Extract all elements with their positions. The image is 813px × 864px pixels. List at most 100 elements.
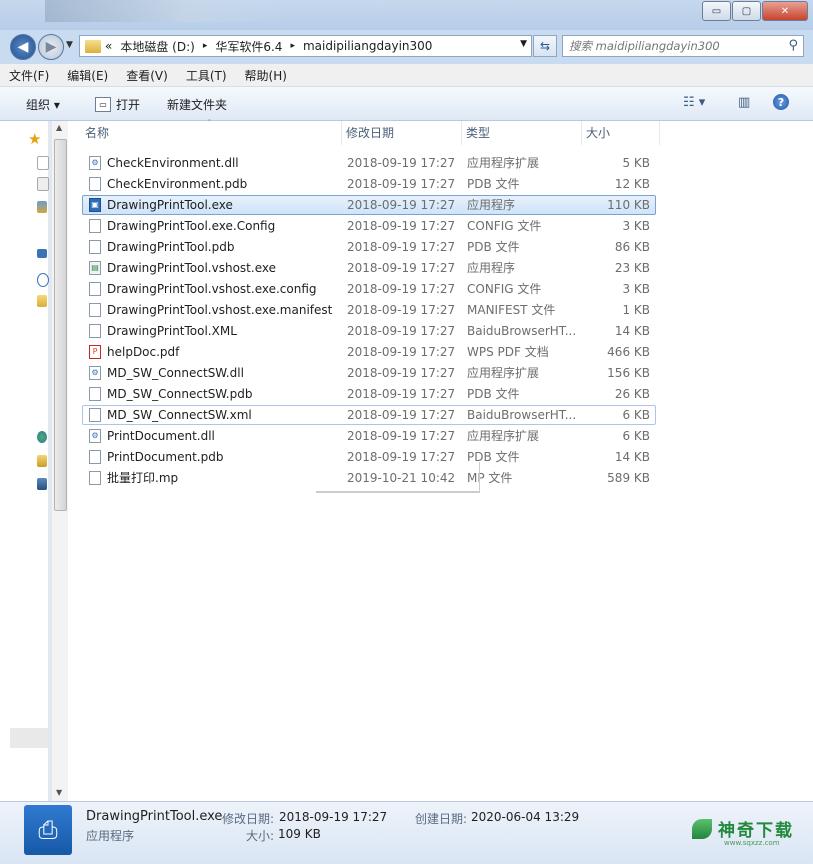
refresh-button[interactable]: ⇆	[533, 35, 557, 57]
table-row[interactable]: PhelpDoc.pdf 2018-09-19 17:27 WPS PDF 文档 46…	[82, 342, 656, 362]
breadcrumb-separator-icon[interactable]: ▸	[290, 41, 295, 51]
homegroup-icon[interactable]	[37, 431, 47, 443]
file-name: DrawingPrintTool.pdb	[107, 240, 235, 254]
exe-icon: ▣	[89, 198, 101, 212]
breadcrumb-drive[interactable]: 本地磁盘 (D:)	[120, 38, 194, 55]
file-type: BaiduBrowserHT...	[467, 408, 577, 422]
maximize-button[interactable]: ▢	[732, 1, 761, 21]
dll-icon: ⚙	[89, 429, 101, 443]
table-row[interactable]: ⚙ CheckEnvironment.dll 2018-09-19 17:27 应用程…	[82, 153, 656, 173]
forward-button[interactable]: ▶	[38, 34, 64, 60]
open-button[interactable]: ▭ 打开	[95, 96, 140, 113]
address-bar[interactable]: « 本地磁盘 (D:) ▸ 华军软件6.4 ▸ maidipiliangdayi…	[79, 35, 532, 57]
file-date: 2018-09-19 17:27	[347, 219, 456, 233]
file-name: MD_SW_ConnectSW.dll	[107, 366, 244, 380]
address-dropdown-icon[interactable]: ▼	[520, 39, 527, 49]
cloud-icon[interactable]	[37, 273, 49, 287]
history-dropdown-icon[interactable]: ▼	[66, 40, 73, 50]
details-modified-value: 2018-09-19 17:27	[279, 810, 388, 824]
breadcrumb-current[interactable]: maidipiliangdayin300	[303, 39, 432, 53]
back-button[interactable]: ◀	[10, 34, 36, 60]
file-size: 156 KB	[607, 366, 650, 380]
new-folder-label: 新建文件夹	[167, 98, 228, 112]
title-blur	[45, 0, 285, 22]
help-icon[interactable]: ?	[773, 94, 789, 110]
breadcrumb-folder[interactable]: 华军软件6.4	[215, 38, 282, 55]
table-row[interactable]: DrawingPrintTool.exe.Config 2018-09-19 17…	[82, 216, 656, 236]
scroll-up-icon[interactable]: ▲	[56, 123, 62, 132]
file-type: 应用程序扩展	[467, 429, 540, 443]
file-date: 2018-09-19 17:27	[347, 240, 456, 254]
file-date: 2018-09-19 17:27	[347, 303, 456, 317]
file-name: MD_SW_ConnectSW.xml	[107, 408, 252, 422]
table-row[interactable]: ▣ DrawingPrintTool.exe 2018-09-19 17:27 应用程…	[82, 195, 656, 215]
file-type: 应用程序扩展	[467, 156, 540, 170]
table-row[interactable]: DrawingPrintTool.vshost.exe.manifest 2018…	[82, 300, 656, 320]
folder-nav-icon[interactable]	[37, 295, 47, 307]
organize-button[interactable]: 组织 ▾	[26, 96, 60, 113]
table-row[interactable]: DrawingPrintTool.XML 2018-09-19 17:27 Baid…	[82, 321, 656, 341]
file-date: 2018-09-19 17:27	[347, 366, 456, 380]
new-folder-button[interactable]: 新建文件夹	[167, 96, 227, 113]
recent-places-icon[interactable]	[37, 201, 47, 213]
breadcrumb-overflow[interactable]: «	[105, 39, 112, 53]
file-date: 2018-09-19 17:27	[347, 261, 456, 275]
close-button[interactable]: ✕	[762, 1, 808, 21]
menu-help[interactable]: 帮助(H)	[236, 67, 296, 84]
minimize-button[interactable]: ▭	[702, 1, 731, 21]
watermark-logo-icon	[692, 818, 712, 839]
file-icon	[89, 387, 101, 401]
file-size: 12 KB	[614, 177, 650, 191]
file-size: 466 KB	[607, 345, 650, 359]
file-name: CheckEnvironment.pdb	[107, 177, 248, 191]
table-row[interactable]: ▤ DrawingPrintTool.vshost.exe 2018-09-19 1…	[82, 258, 656, 278]
search-input[interactable]	[563, 38, 776, 54]
column-header-size[interactable]: 大小	[582, 121, 660, 145]
nav-horizontal-scrollbar[interactable]	[10, 728, 48, 748]
file-size: 6 KB	[622, 429, 650, 443]
file-type: MANIFEST 文件	[467, 303, 556, 317]
column-size-label: 大小	[586, 126, 611, 140]
navigation-pane: ★	[0, 121, 49, 801]
file-date: 2018-09-19 17:27	[347, 324, 456, 338]
network-icon[interactable]	[37, 478, 47, 490]
file-type: WPS PDF 文档	[467, 345, 549, 359]
preview-pane-icon[interactable]: ▥	[738, 95, 750, 110]
details-size-label: 大小:	[246, 829, 275, 843]
table-row[interactable]: DrawingPrintTool.pdb 2018-09-19 17:27 PDB …	[82, 237, 656, 257]
table-row[interactable]: DrawingPrintTool.vshost.exe.config 2018-0…	[82, 279, 656, 299]
column-header-type[interactable]: 类型	[462, 121, 582, 145]
favorites-star-icon[interactable]: ★	[28, 130, 41, 148]
nav-vertical-scrollbar[interactable]: ▲ ▼	[51, 121, 68, 801]
table-row[interactable]: ⚙ MD_SW_ConnectSW.dll 2018-09-19 17:27 应用程序…	[82, 363, 656, 383]
breadcrumb-separator-icon[interactable]: ▸	[203, 41, 208, 51]
nav-scroll-thumb[interactable]	[54, 139, 67, 511]
column-header-name[interactable]: 名称	[81, 121, 342, 145]
file-type: 应用程序	[467, 198, 516, 212]
file-icon	[89, 240, 101, 254]
file-type: BaiduBrowserHT...	[467, 324, 577, 338]
details-filename: DrawingPrintTool.exe	[86, 809, 223, 824]
file-name: DrawingPrintTool.exe	[107, 198, 233, 212]
arrow-right-icon: ▶	[45, 39, 57, 55]
search-box: ⚲	[562, 35, 804, 57]
menu-edit[interactable]: 编辑(E)	[58, 67, 117, 84]
computer-icon[interactable]	[37, 455, 47, 467]
search-icon[interactable]: ⚲	[788, 38, 798, 53]
menu-tools[interactable]: 工具(T)	[177, 67, 236, 84]
column-header-date[interactable]: 修改日期	[342, 121, 462, 145]
menu-file[interactable]: 文件(F)	[0, 67, 58, 84]
libraries-icon[interactable]	[37, 249, 47, 258]
desktop-icon[interactable]	[37, 156, 49, 170]
view-options-icon[interactable]: ☷ ▾	[683, 95, 705, 110]
scroll-down-icon[interactable]: ▼	[56, 788, 62, 797]
file-date: 2018-09-19 17:27	[347, 282, 456, 296]
refresh-icon: ⇆	[539, 39, 551, 53]
table-row[interactable]: ⚙ PrintDocument.dll 2018-09-19 17:27 应用程序扩展…	[82, 426, 656, 446]
table-row[interactable]: MD_SW_ConnectSW.pdb 2018-09-19 17:27 PDB 文…	[82, 384, 656, 404]
downloads-icon[interactable]	[37, 177, 49, 191]
table-row[interactable]: MD_SW_ConnectSW.xml 2018-09-19 17:27 Baidu…	[82, 405, 656, 425]
table-row[interactable]: CheckEnvironment.pdb 2018-09-19 17:27 PDB …	[82, 174, 656, 194]
menu-view[interactable]: 查看(V)	[117, 67, 177, 84]
column-type-label: 类型	[466, 126, 491, 140]
